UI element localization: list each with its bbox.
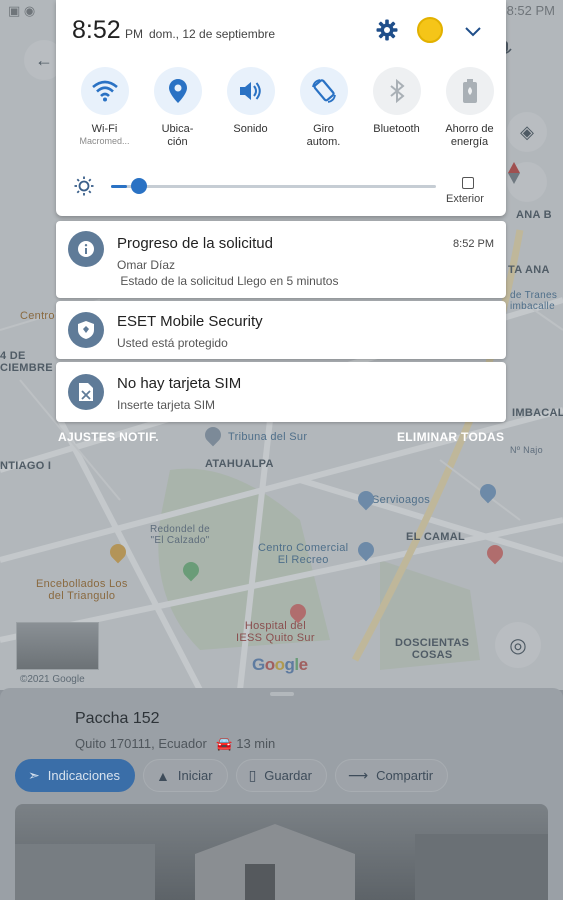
shield-icon	[68, 312, 104, 348]
tile-battery-saver-label: Ahorro de energía	[445, 123, 494, 148]
directions-button[interactable]: ➣ Indicaciones	[15, 759, 136, 792]
save-label: Guardar	[264, 768, 312, 783]
map-label-diciembre: 4 DE CIEMBRE	[0, 350, 53, 374]
navigation-arrow-icon: ▲	[156, 767, 170, 784]
shade-ampm: PM	[125, 27, 143, 41]
place-subtitle: Quito 170111, Ecuador 🚘 13 min	[75, 736, 275, 752]
auto-rotate-icon	[299, 67, 348, 115]
map-label-tarana: TA ANA	[508, 264, 550, 276]
shade-date: dom., 12 de septiembre	[149, 27, 276, 41]
map-label-redondel: Redondel de "El Calzado"	[150, 524, 211, 546]
map-label-hospital: Hospital del IESS Quito Sur	[236, 620, 315, 644]
notification-body: Inserte tarjeta SIM	[117, 398, 216, 412]
status-icons-left: ▣ ◉	[8, 3, 36, 18]
share-button[interactable]: ⟶ Compartir	[334, 759, 449, 792]
bookmark-icon: ▯	[248, 767, 257, 783]
volume-icon	[226, 67, 275, 115]
notification-card[interactable]: ESET Mobile Security Usted está protegid…	[56, 301, 506, 359]
brightness-slider-track[interactable]	[111, 185, 436, 188]
shade-clock: 8:52	[72, 16, 121, 44]
map-label-nnajo: Nº Najo	[510, 445, 543, 455]
notification-time: 8:52 PM	[453, 238, 494, 250]
tile-wifi[interactable]: Wi-Fi Macromed...	[68, 67, 141, 149]
quick-settings-panel[interactable]: 8:52 PM dom., 12 de septiembre Wi-Fi Mac…	[56, 0, 506, 216]
exterior-checkbox[interactable]	[462, 177, 474, 189]
tile-battery-saver[interactable]: Ahorro de energía	[433, 67, 506, 149]
bluetooth-icon	[372, 67, 421, 115]
brightness-icon	[74, 176, 94, 196]
clear-all-link[interactable]: ELIMINAR TODAS	[397, 430, 504, 444]
chevron-down-icon[interactable]	[462, 20, 484, 42]
share-icon: ⟶	[347, 767, 369, 783]
tile-wifi-sub: Macromed...	[79, 136, 130, 146]
map-label-doscientas: DOSCIENTAS COSAS	[395, 637, 470, 661]
brightness-slider-fill	[111, 185, 128, 188]
background-clock: 8:52 PM	[506, 3, 555, 18]
quick-tiles: Wi-Fi Macromed... Ubica- ción Sonido Gir…	[68, 67, 506, 149]
notification-sender: Omar Díaz	[117, 258, 176, 272]
sim-icon	[68, 374, 104, 410]
notification-card[interactable]: No hay tarjeta SIM Inserte tarjeta SIM	[56, 362, 506, 422]
notification-body: Usted está protegido	[117, 336, 228, 350]
map-label-encebollados: Encebollados Los del Triangulo	[36, 578, 128, 602]
place-photo[interactable]	[15, 804, 548, 900]
gear-icon[interactable]	[375, 18, 399, 42]
map-label-el-camal: EL CAMAL	[406, 531, 466, 543]
user-avatar[interactable]	[417, 17, 443, 43]
notification-title: ESET Mobile Security	[117, 313, 263, 330]
map-label-servioagos: Servioagos	[372, 494, 431, 506]
my-location-icon[interactable]: ◎	[495, 622, 541, 668]
tile-sound-label: Sonido	[233, 123, 268, 135]
directions-icon: ➣	[28, 767, 40, 783]
notification-card[interactable]: Progreso de la solicitud 8:52 PM Omar Dí…	[56, 221, 506, 298]
location-icon	[153, 67, 202, 115]
notification-title: No hay tarjeta SIM	[117, 375, 242, 392]
save-button[interactable]: ▯ Guardar	[235, 759, 327, 792]
share-label: Compartir	[376, 768, 434, 783]
place-actions: ➣ Indicaciones ▲ Iniciar ▯ Guardar ⟶ Com…	[15, 759, 449, 792]
map-label-chimbacalle: IMBACAL	[512, 407, 563, 419]
tile-rotate[interactable]: Giro autom.	[287, 67, 360, 149]
tile-location-label: Ubica- ción	[161, 123, 194, 148]
place-title: Paccha 152	[75, 710, 160, 727]
tile-wifi-label: Wi-Fi	[91, 123, 118, 135]
map-copyright: ©2021 Google	[20, 674, 85, 685]
start-button[interactable]: ▲ Iniciar	[143, 759, 228, 792]
google-logo: Google	[252, 655, 308, 674]
map-label-centro: Centro	[20, 310, 55, 322]
info-icon	[68, 231, 104, 267]
place-eta: 13 min	[236, 736, 276, 751]
tile-bluetooth[interactable]: Bluetooth	[360, 67, 433, 149]
map-label-santiago: NTIAGO I	[0, 460, 52, 472]
battery-saver-icon	[445, 67, 494, 115]
tile-sound[interactable]: Sonido	[214, 67, 287, 149]
map-label-atahualpa: ATAHUALPA	[205, 458, 274, 470]
directions-label: Indicaciones	[47, 768, 121, 783]
start-label: Iniciar	[177, 768, 213, 783]
notification-title: Progreso de la solicitud	[117, 235, 273, 252]
tile-bluetooth-label: Bluetooth	[373, 123, 420, 135]
car-icon: 🚘	[216, 736, 233, 751]
brightness-slider-thumb[interactable]	[131, 178, 148, 194]
compass-icon[interactable]	[507, 162, 547, 202]
drag-handle[interactable]	[270, 692, 294, 696]
exterior-label: Exterior	[446, 193, 484, 205]
layers-icon[interactable]: ◈	[507, 112, 547, 152]
map-label-tribuna: Tribuna del Sur	[228, 431, 308, 443]
wifi-icon	[80, 67, 129, 115]
place-address: Quito 170111, Ecuador	[75, 736, 207, 751]
tile-location[interactable]: Ubica- ción	[141, 67, 214, 149]
map-label-terminal: de Tranes imbacalle	[510, 290, 558, 312]
tile-rotate-label: Giro autom.	[306, 123, 341, 148]
street-view-thumbnail[interactable]	[16, 622, 99, 670]
map-label-ana-b: ANA B	[516, 209, 552, 221]
notification-body: Estado de la solicitud Llego en 5 minuto…	[117, 274, 339, 288]
place-sheet[interactable]: Paccha 152 Quito 170111, Ecuador 🚘 13 mi…	[0, 688, 563, 900]
map-label-centro-comercial: Centro Comercial El Recreo	[258, 542, 349, 566]
notification-settings-link[interactable]: AJUSTES NOTIF.	[58, 430, 159, 444]
